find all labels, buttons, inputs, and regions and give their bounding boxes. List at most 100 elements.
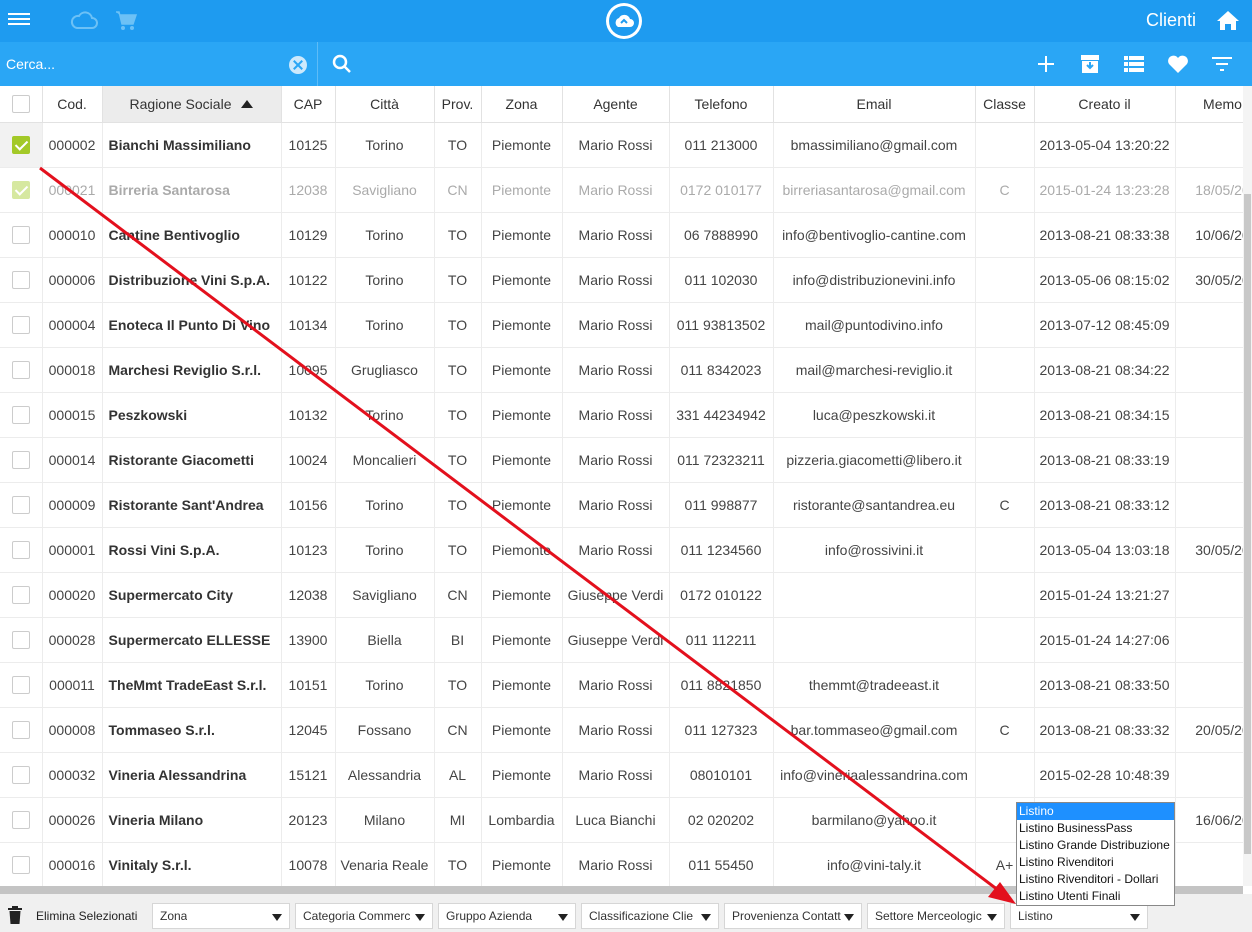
table-row[interactable]: 000006 Distribuzione Vini S.p.A. 10122 Tori…	[0, 257, 1243, 303]
select-all-checkbox[interactable]	[11, 94, 30, 113]
table-row[interactable]: 000009 Ristorante Sant'Andrea 10156 Torino T…	[0, 482, 1243, 528]
caret-down-icon	[701, 914, 711, 921]
column-header[interactable]: Agente	[562, 86, 670, 123]
table-row[interactable]: 000011 TheMmt TradeEast S.r.l. 10151 Torino…	[0, 662, 1243, 708]
row-checkbox[interactable]	[11, 631, 30, 650]
row-checkbox[interactable]	[11, 271, 30, 290]
cloud-icon[interactable]	[70, 9, 98, 31]
filter-icon[interactable]	[1200, 52, 1244, 76]
clear-search-icon[interactable]	[289, 56, 307, 74]
row-checkbox[interactable]	[11, 451, 30, 470]
table-row[interactable]: 000018 Marchesi Reviglio S.r.l. 10095 Grugl…	[0, 347, 1243, 393]
dropdown-option[interactable]: Listino BusinessPass	[1017, 820, 1174, 837]
row-checkbox[interactable]	[11, 586, 30, 605]
cell-email: themmt@tradeeast.it	[773, 662, 976, 708]
filter-categoria-select[interactable]: Categoria Commerc	[295, 903, 433, 929]
cell-memo: 18/05/20	[1175, 167, 1243, 213]
row-checkbox[interactable]	[11, 181, 30, 200]
add-icon[interactable]	[1024, 52, 1068, 76]
column-header[interactable]: Classe	[975, 86, 1035, 123]
filter-zona-select[interactable]: Zona	[152, 903, 290, 929]
row-checkbox[interactable]	[11, 406, 30, 425]
cell-tel: 331 44234942	[669, 392, 774, 438]
filter-listino-select[interactable]: Listino	[1010, 903, 1148, 929]
select-value: Classificazione Clie	[589, 909, 694, 923]
column-header[interactable]: Città	[335, 86, 435, 123]
table-row[interactable]: 000020 Supermercato City 12038 Savigliano CN…	[0, 572, 1243, 618]
table-row[interactable]: 000008 Tommaseo S.r.l. 12045 Fossano CN Piemo…	[0, 707, 1243, 753]
cell-citta: Torino	[335, 392, 435, 438]
cell-cod: 000021	[42, 167, 103, 213]
dropdown-option[interactable]: Listino Rivenditori	[1017, 854, 1174, 871]
row-checkbox[interactable]	[11, 135, 30, 154]
cell-classe	[975, 347, 1035, 393]
row-checkbox[interactable]	[11, 496, 30, 515]
table-row[interactable]: 000032 Vineria Alessandrina 15121 Alessandr…	[0, 752, 1243, 798]
column-header[interactable]: Telefono	[669, 86, 774, 123]
dropdown-option[interactable]: Listino	[1017, 803, 1174, 820]
logo-icon[interactable]	[606, 3, 642, 39]
cell-agente: Mario Rossi	[562, 752, 670, 798]
row-checkbox[interactable]	[11, 721, 30, 740]
delete-selected-button[interactable]: Elimina Selezionati	[36, 909, 137, 923]
table-row[interactable]: 000004 Enoteca Il Punto Di Vino 10134 Torin…	[0, 302, 1243, 348]
trash-icon[interactable]	[8, 906, 22, 924]
top-bar: Clienti	[0, 0, 1252, 42]
archive-icon[interactable]	[1068, 52, 1112, 76]
table-row[interactable]: 000028 Supermercato ELLESSE 13900 Biella BI P…	[0, 617, 1243, 663]
row-checkbox[interactable]	[11, 676, 30, 695]
row-checkbox[interactable]	[11, 541, 30, 560]
row-checkbox[interactable]	[11, 766, 30, 785]
column-header[interactable]: Zona	[481, 86, 563, 123]
row-checkbox[interactable]	[11, 226, 30, 245]
vertical-scrollbar[interactable]	[1243, 86, 1252, 886]
filter-settore-select[interactable]: Settore Merceologic	[867, 903, 1005, 929]
row-checkbox-cell	[0, 302, 43, 348]
cell-classe	[975, 572, 1035, 618]
dropdown-option[interactable]: Listino Grande Distribuzione	[1017, 837, 1174, 854]
table-row[interactable]: 000010 Cantine Bentivoglio 10129 Torino TO Pi…	[0, 212, 1243, 258]
column-header[interactable]: Prov.	[434, 86, 482, 123]
cell-zona: Piemonte	[481, 572, 563, 618]
row-checkbox[interactable]	[11, 811, 30, 830]
dropdown-option[interactable]: Listino Rivenditori - Dollari	[1017, 871, 1174, 888]
column-header[interactable]: Memo	[1175, 86, 1243, 123]
cell-agente: Giuseppe Verdi	[562, 572, 670, 618]
column-header[interactable]: Email	[773, 86, 976, 123]
row-checkbox[interactable]	[11, 361, 30, 380]
caret-down-icon	[987, 914, 997, 921]
dropdown-option[interactable]: Listino Utenti Finali	[1017, 888, 1174, 905]
table-header: Cod. Ragione Sociale CAP Città Prov. Zon…	[0, 86, 1243, 123]
filter-provenienza-select[interactable]: Provenienza Contatt	[724, 903, 862, 929]
favorite-icon[interactable]	[1156, 52, 1200, 76]
search-icon[interactable]	[332, 54, 352, 74]
cell-ragione: Tommaseo S.r.l.	[102, 707, 282, 753]
cell-classe	[975, 122, 1035, 168]
cell-email: info@distribuzionevini.info	[773, 257, 976, 303]
row-checkbox[interactable]	[11, 316, 30, 335]
table-row[interactable]: 000002 Bianchi Massimiliano 10125 Torino TO P…	[0, 122, 1243, 168]
cell-prov: TO	[434, 257, 482, 303]
column-header[interactable]: Creato il	[1034, 86, 1176, 123]
filter-gruppo-select[interactable]: Gruppo Azienda	[438, 903, 576, 929]
cell-zona: Piemonte	[481, 527, 563, 573]
cell-zona: Piemonte	[481, 842, 563, 886]
caret-down-icon	[415, 914, 425, 921]
scrollbar-thumb[interactable]	[1244, 194, 1251, 854]
cell-cap: 10024	[281, 437, 336, 483]
table-row[interactable]: 000015 Peszkowski 10132 Torino TO Piemonte Mar…	[0, 392, 1243, 438]
table-row[interactable]: 000001 Rossi Vini S.p.A. 10123 Torino TO Piem…	[0, 527, 1243, 573]
menu-icon[interactable]	[8, 10, 30, 32]
table-row[interactable]: 000014 Ristorante Giacometti 10024 Moncalie…	[0, 437, 1243, 483]
column-header[interactable]: Cod.	[42, 86, 103, 123]
list-view-icon[interactable]	[1112, 52, 1156, 76]
home-icon[interactable]	[1216, 9, 1240, 31]
column-header-sorted[interactable]: Ragione Sociale	[102, 86, 282, 123]
cart-icon[interactable]	[114, 9, 138, 31]
search-input[interactable]	[6, 53, 276, 75]
column-header[interactable]: CAP	[281, 86, 336, 123]
table-row[interactable]: 000021 Birreria Santarosa 12038 Savigliano C…	[0, 167, 1243, 213]
cell-cod: 000011	[42, 662, 103, 708]
row-checkbox[interactable]	[11, 856, 30, 875]
filter-classificazione-select[interactable]: Classificazione Clie	[581, 903, 719, 929]
